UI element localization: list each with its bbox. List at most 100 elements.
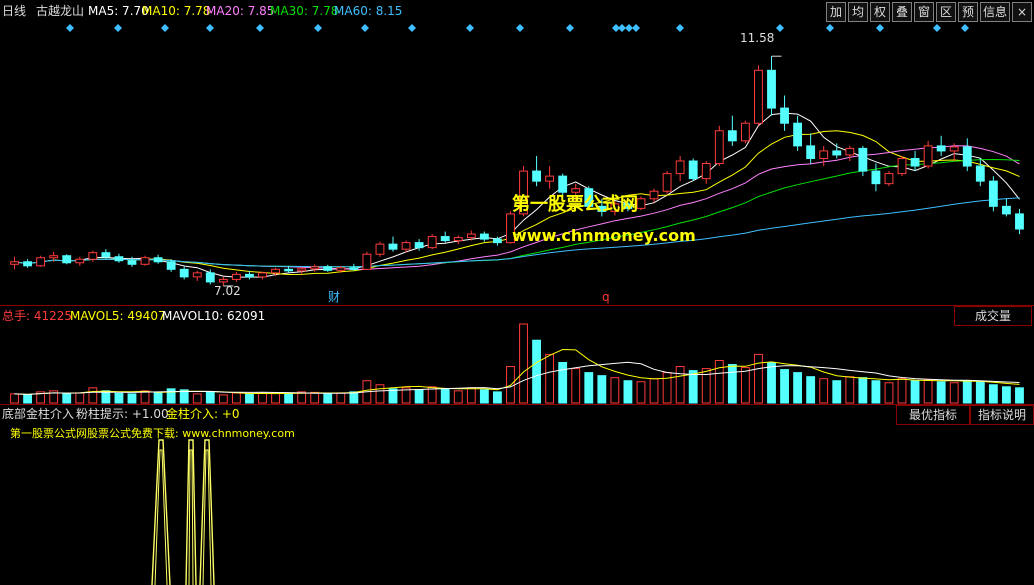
volume-bar (871, 380, 881, 404)
signal-diamond (826, 24, 834, 32)
signal-diamond (206, 24, 214, 32)
candle-body (114, 256, 124, 262)
volume-bar (962, 380, 972, 404)
volume-bar (571, 368, 581, 404)
candle-body (401, 242, 411, 250)
candle (636, 196, 646, 211)
candle (323, 264, 333, 272)
tab-best-indicator[interactable]: 最优指标 (896, 405, 970, 425)
candle (375, 241, 385, 257)
indicator-title: 底部金柱介入 (2, 407, 75, 421)
volume-bar (688, 370, 698, 404)
high-price-label: 11.58 (740, 31, 775, 45)
candle-body (218, 278, 228, 283)
volume-bar (610, 377, 620, 404)
signal-diamond (408, 24, 416, 32)
candle-body (806, 145, 816, 159)
candle-body (871, 170, 881, 185)
candle (701, 161, 711, 184)
volume-bar (832, 380, 842, 404)
candle-body (284, 268, 294, 272)
candle-body (258, 272, 267, 278)
candle (754, 65, 763, 126)
candle-body (192, 272, 202, 278)
signal-diamond (466, 24, 474, 32)
volume-bar (258, 392, 267, 404)
candle (75, 256, 85, 266)
candle (36, 255, 46, 267)
volume-bar (479, 389, 489, 404)
volume-bar (519, 323, 528, 404)
volume-bar (440, 388, 450, 404)
candle-body (1002, 205, 1011, 215)
volume-bar (636, 381, 646, 404)
signal-diamond (933, 24, 941, 32)
candle-body (988, 180, 998, 207)
candle-body (323, 266, 333, 271)
candle (740, 120, 750, 144)
tab-indicator-help[interactable]: 指标说明 (970, 405, 1034, 425)
gold-bar-value: 金柱介入: +0 (166, 407, 240, 421)
candle (688, 158, 698, 182)
signal-diamond (676, 24, 684, 32)
candle-body (675, 160, 685, 175)
candle (532, 155, 541, 187)
tab-volume[interactable]: 成交量 (954, 306, 1032, 326)
volume-bar (245, 393, 254, 404)
candle-body (140, 257, 150, 265)
candle-body (897, 157, 907, 175)
volume-bar (284, 393, 294, 404)
volume-bar (414, 389, 424, 404)
candle-body (310, 266, 320, 270)
candle (871, 163, 881, 192)
candle-body (662, 173, 672, 192)
volume-total: 总手: 41225 (2, 309, 73, 323)
candle-body (754, 69, 763, 124)
mavol5-value: MAVOL5: 49407 (70, 309, 166, 323)
candle-body (153, 257, 163, 263)
mavol10-value: MAVOL10: 62091 (162, 309, 266, 323)
candle (819, 145, 829, 167)
candle-body (101, 252, 111, 258)
candle-body (701, 163, 711, 180)
divider-indicator (0, 404, 1034, 405)
volume-bar (88, 387, 98, 404)
volume-bar (858, 377, 868, 404)
volume-bar (545, 353, 555, 404)
candle (988, 176, 998, 212)
signal-diamond (161, 24, 169, 32)
volume-bar (949, 382, 959, 404)
candle-body (793, 122, 803, 147)
volume-bar (897, 378, 907, 404)
volume-bar (62, 393, 72, 404)
q-marker[interactable]: q (602, 290, 610, 304)
signal-diamond (361, 24, 369, 32)
candle-body (858, 147, 868, 172)
volume-bar (493, 391, 502, 404)
candle (662, 171, 672, 194)
volume-bar (323, 393, 333, 404)
candle (192, 270, 202, 281)
candle (649, 188, 659, 203)
candle-body (936, 145, 946, 152)
volume-bar (153, 392, 163, 404)
candle (153, 254, 163, 264)
download-note: 第一股票公式网股票公式免费下载: www.chnmoney.com (10, 427, 295, 440)
candle (962, 138, 972, 172)
candle (114, 253, 124, 263)
candle (453, 235, 463, 245)
candle-body (388, 243, 398, 250)
finance-marker[interactable]: 财 (328, 290, 340, 304)
candle-body (271, 268, 280, 274)
volume-bar (740, 367, 750, 404)
candle-body (23, 261, 32, 267)
volume-bar (231, 392, 241, 404)
volume-bar (649, 378, 659, 404)
candle-body (349, 267, 359, 270)
volume-bar (675, 366, 685, 404)
candle (388, 236, 398, 252)
watermark-title: 第一股票公式网 (512, 194, 638, 215)
volume-bar (375, 384, 385, 404)
candle-body (466, 233, 476, 239)
candle-body (532, 170, 541, 182)
